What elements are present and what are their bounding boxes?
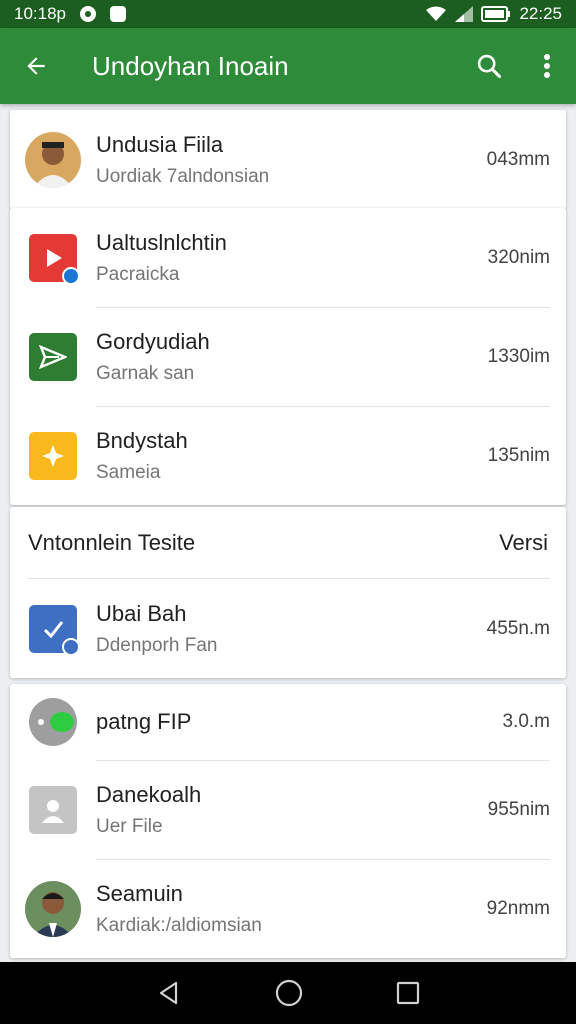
item-subtitle: Pacraicka [96, 263, 180, 285]
nav-back-icon[interactable] [156, 980, 182, 1006]
item-meta: 043mm [486, 148, 550, 170]
search-button[interactable] [460, 28, 518, 104]
item-meta: 955nim [487, 798, 550, 820]
item-subtitle: Sameia [96, 461, 161, 483]
gray-contact-icon [29, 785, 77, 834]
card-section: Vntonnlein Tesite Versi Ubai Bah Ddenpor… [10, 507, 566, 678]
item-title: Undusia Fiila [96, 131, 224, 157]
person-avatar-icon [25, 880, 81, 937]
item-title: Seamuin [96, 880, 183, 906]
page-title: Undoyhan Inoain [92, 50, 289, 81]
badge-icon [62, 266, 80, 285]
item-subtitle: Uer File [96, 815, 163, 837]
item-meta: 455n.m [486, 617, 550, 639]
person-avatar-icon [25, 131, 81, 188]
nav-home-icon[interactable] [275, 979, 303, 1007]
app-bar: Undoyhan Inoain [0, 28, 576, 104]
list-item[interactable]: Ualtuslnlchtin Pacraicka 320nim [10, 208, 566, 307]
arrow-back-icon [27, 57, 45, 75]
status-bar: 10:18p 22:25 [0, 0, 576, 28]
item-title: Danekoalh [96, 781, 202, 807]
avatar [10, 880, 96, 937]
green-send-icon [29, 332, 77, 381]
notification-box-icon [110, 6, 126, 22]
battery-icon [481, 6, 511, 22]
item-meta: 135nim [487, 444, 550, 466]
search-icon [477, 54, 502, 79]
item-subtitle: Kardiak:/aldiomsian [96, 914, 262, 936]
card-profile: Undusia Fiila Uordiak 7alndonsian 043mm [10, 110, 566, 209]
signal-icon [455, 6, 474, 22]
more-options-button[interactable] [518, 28, 576, 104]
list-item[interactable]: Undusia Fiila Uordiak 7alndonsian 043mm [10, 110, 566, 209]
item-title: Gordyudiah [96, 328, 210, 354]
badge-icon [62, 637, 80, 656]
list-item[interactable]: Danekoalh Uer File 955nim [10, 760, 566, 859]
red-play-icon [29, 233, 80, 285]
section-header: Vntonnlein Tesite Versi [10, 507, 566, 579]
yellow-diamond-icon [29, 431, 77, 480]
card-settings: patng FIP 3.0.m Danekoalh Uer File 955ni… [10, 684, 566, 958]
notification-icon [80, 6, 96, 22]
item-title: Ubai Bah [96, 600, 187, 626]
item-subtitle: Ddenporh Fan [96, 634, 218, 656]
item-title: Bndystah [96, 427, 188, 453]
list-item[interactable]: patng FIP 3.0.m [10, 684, 566, 760]
back-button[interactable] [0, 28, 72, 104]
card-apps: Ualtuslnlchtin Pacraicka 320nim Gordyudi… [10, 208, 566, 505]
status-left-text: 10:18p [14, 4, 66, 23]
item-meta: 92nmm [486, 897, 550, 919]
list-item[interactable]: Ubai Bah Ddenporh Fan 455n.m [10, 579, 566, 678]
wifi-icon [426, 6, 447, 21]
item-meta: 1330im [487, 345, 550, 367]
section-header-version: Versi [499, 530, 548, 555]
item-title: patng FIP [96, 709, 192, 734]
blue-clipboard-icon [29, 604, 80, 656]
item-subtitle: Garnak san [96, 362, 195, 384]
item-subtitle: Uordiak 7alndonsian [96, 165, 270, 187]
toggle-icon[interactable] [27, 696, 79, 748]
item-title: Ualtuslnlchtin [96, 229, 227, 255]
section-header-title: Vntonnlein Tesite [28, 530, 196, 555]
list-item[interactable]: Seamuin Kardiak:/aldiomsian 92nmm [10, 859, 566, 958]
system-nav-bar [0, 962, 576, 1024]
status-time: 22:25 [519, 4, 562, 23]
nav-recents-icon[interactable] [396, 981, 420, 1005]
avatar [10, 131, 96, 188]
item-meta: 320nim [487, 246, 550, 268]
item-meta: 3.0.m [502, 711, 550, 732]
list-item[interactable]: Gordyudiah Garnak san 1330im [10, 307, 566, 406]
list-item[interactable]: Bndystah Sameia 135nim [10, 406, 566, 505]
more-vert-icon [544, 54, 550, 78]
